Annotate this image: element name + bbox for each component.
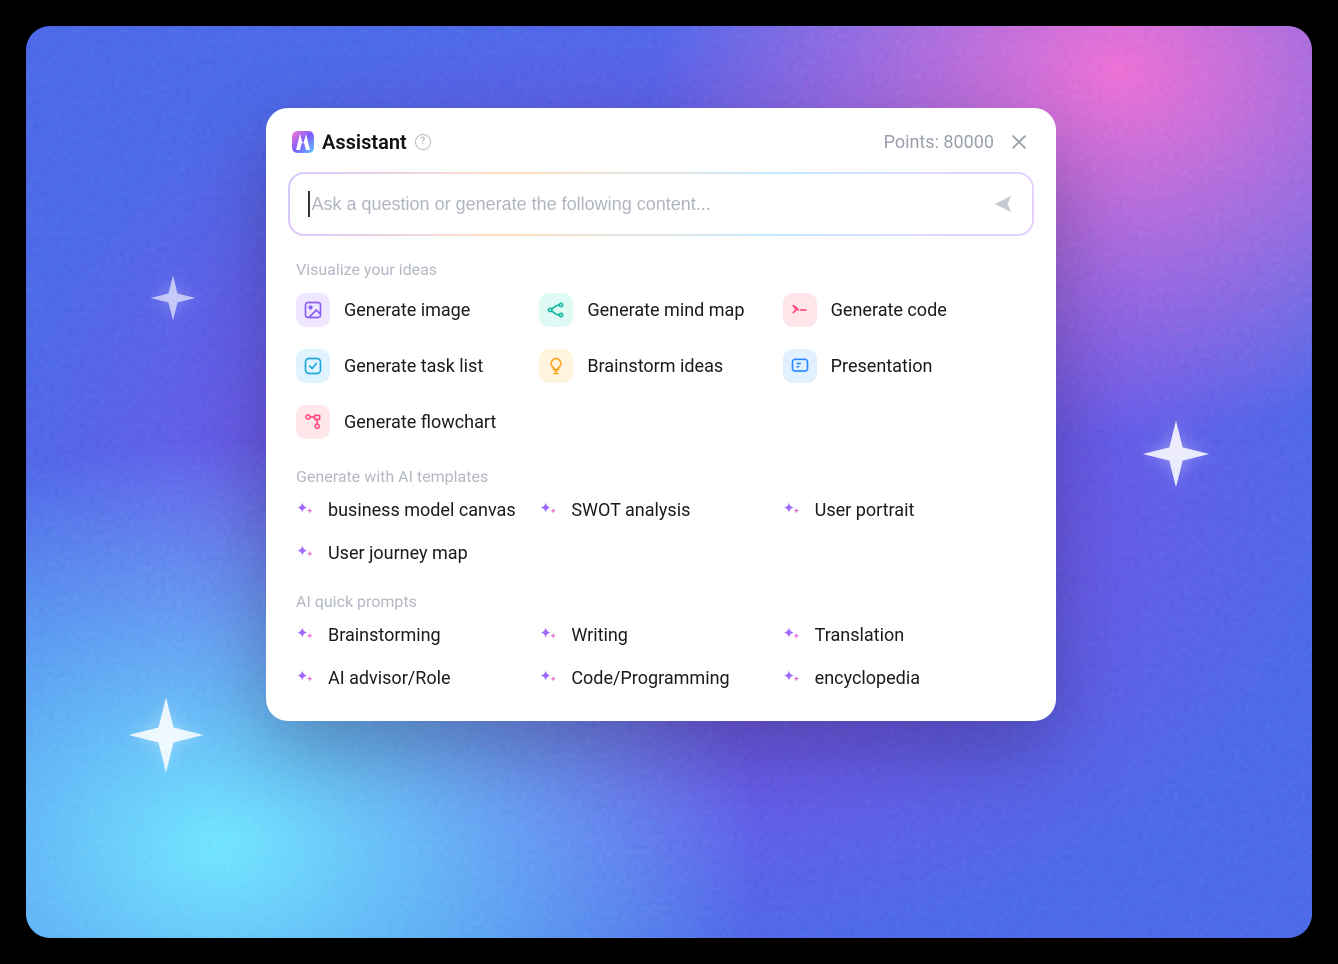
prompt-writing[interactable]: Writing	[539, 625, 782, 646]
prompt-code-programming[interactable]: Code/Programming	[539, 668, 782, 689]
tile-generate-code[interactable]: Generate code	[783, 293, 1026, 327]
sparkle-icon	[783, 669, 803, 689]
tile-label: Generate task list	[344, 356, 483, 377]
text-cursor	[308, 191, 310, 217]
send-button[interactable]	[992, 193, 1014, 215]
lightbulb-icon	[539, 349, 573, 383]
prompt-label: AI advisor/Role	[328, 668, 451, 689]
tile-generate-mindmap[interactable]: Generate mind map	[539, 293, 782, 327]
sparkle-icon	[296, 501, 316, 521]
tile-generate-image[interactable]: Generate image	[296, 293, 539, 327]
image-icon	[296, 293, 330, 327]
prompt-label: encyclopedia	[815, 668, 920, 689]
tile-label: Generate code	[831, 300, 947, 321]
visualize-grid: Generate image Generate mind map Generat…	[296, 293, 1026, 439]
prompt-ai-advisor[interactable]: AI advisor/Role	[296, 668, 539, 689]
prompt-input[interactable]	[312, 194, 993, 215]
templates-grid: business model canvas SWOT analysis User…	[296, 500, 1026, 564]
code-icon	[783, 293, 817, 327]
points-label: Points: 80000	[884, 132, 994, 153]
sparkle-icon	[296, 626, 316, 646]
tile-label: Generate mind map	[587, 300, 744, 321]
sparkle-icon	[296, 544, 316, 564]
template-business-model-canvas[interactable]: business model canvas	[296, 500, 539, 521]
template-user-journey-map[interactable]: User journey map	[296, 543, 539, 564]
tile-label: Presentation	[831, 356, 933, 377]
prompt-translation[interactable]: Translation	[783, 625, 1026, 646]
checkbox-icon	[296, 349, 330, 383]
tile-brainstorm[interactable]: Brainstorm ideas	[539, 349, 782, 383]
prompt-label: Translation	[815, 625, 905, 646]
tile-label: Brainstorm ideas	[587, 356, 723, 377]
prompt-label: Writing	[571, 625, 628, 646]
prompts-grid: Brainstorming Writing Translation AI adv…	[296, 625, 1026, 689]
sparkle-decoration-icon	[146, 271, 200, 325]
sparkle-icon	[783, 626, 803, 646]
tile-presentation[interactable]: Presentation	[783, 349, 1026, 383]
assistant-dialog: Assistant Points: 80000 Visualize your i…	[266, 108, 1056, 721]
help-icon[interactable]	[415, 134, 431, 150]
tile-label: Generate image	[344, 300, 470, 321]
app-logo-icon	[292, 131, 314, 153]
template-user-portrait[interactable]: User portrait	[783, 500, 1026, 521]
tile-label: Generate flowchart	[344, 412, 496, 433]
sparkle-icon	[539, 626, 559, 646]
prompt-input-container	[288, 172, 1034, 236]
prompt-label: Brainstorming	[328, 625, 441, 646]
background: Assistant Points: 80000 Visualize your i…	[26, 26, 1312, 938]
template-label: SWOT analysis	[571, 500, 690, 521]
flowchart-icon	[296, 405, 330, 439]
template-swot-analysis[interactable]: SWOT analysis	[539, 500, 782, 521]
presentation-icon	[783, 349, 817, 383]
section-title-visualize: Visualize your ideas	[296, 260, 1026, 279]
sparkle-icon	[783, 501, 803, 521]
sparkle-icon	[539, 669, 559, 689]
dialog-header: Assistant Points: 80000	[266, 130, 1056, 172]
prompt-label: Code/Programming	[571, 668, 729, 689]
mindmap-icon	[539, 293, 573, 327]
template-label: User journey map	[328, 543, 468, 564]
sparkle-icon	[539, 501, 559, 521]
sparkle-decoration-icon	[1136, 414, 1216, 494]
template-label: User portrait	[815, 500, 915, 521]
prompt-brainstorming[interactable]: Brainstorming	[296, 625, 539, 646]
prompt-encyclopedia[interactable]: encyclopedia	[783, 668, 1026, 689]
template-label: business model canvas	[328, 500, 516, 521]
section-title-templates: Generate with AI templates	[296, 467, 1026, 486]
dialog-title: Assistant	[322, 130, 407, 154]
sparkle-decoration-icon	[121, 690, 211, 780]
tile-generate-flowchart[interactable]: Generate flowchart	[296, 405, 539, 439]
tile-generate-tasklist[interactable]: Generate task list	[296, 349, 539, 383]
close-button[interactable]	[1008, 131, 1030, 153]
sparkle-icon	[296, 669, 316, 689]
section-title-prompts: AI quick prompts	[296, 592, 1026, 611]
